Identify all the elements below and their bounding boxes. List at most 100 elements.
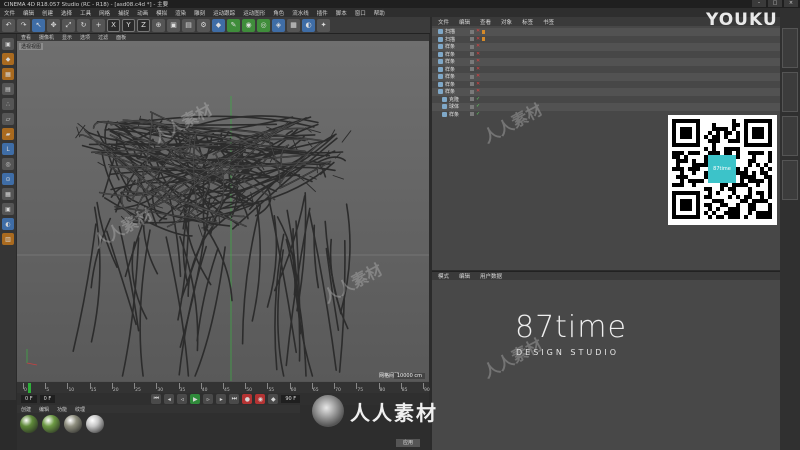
apply-button[interactable]: 应用 bbox=[396, 439, 420, 447]
object-name[interactable]: 样条 bbox=[445, 73, 455, 80]
maximize-button[interactable]: □ bbox=[768, 0, 782, 7]
minimize-button[interactable]: – bbox=[752, 0, 766, 7]
spline-pen-icon[interactable]: ✎ bbox=[227, 18, 240, 32]
om-menu-view[interactable]: 查看 bbox=[480, 18, 491, 26]
timeline[interactable]: 0 5 10 15 20 25 30 35 40 45 50 55 60 65 70 75 80 85 90 bbox=[17, 381, 430, 393]
go-to-end-icon[interactable]: ⏭ bbox=[229, 394, 240, 404]
object-row[interactable]: 样条 ✕ bbox=[432, 88, 780, 96]
x-axis-icon[interactable]: X bbox=[107, 18, 120, 32]
menu-pipeline[interactable]: 流水线 bbox=[292, 9, 309, 17]
layer-dot-icon[interactable] bbox=[470, 112, 474, 116]
material-menu-create[interactable]: 创建 bbox=[21, 406, 31, 413]
object-name[interactable]: 扫描 bbox=[445, 36, 455, 43]
object-row[interactable]: 克隆 ✓ bbox=[432, 96, 780, 104]
attr-menu-userdata[interactable]: 用户数据 bbox=[480, 272, 502, 280]
next-frame-icon[interactable]: ▹ bbox=[203, 394, 214, 404]
next-key-icon[interactable]: ▸ bbox=[216, 394, 227, 404]
object-row[interactable]: 球体 ✓ bbox=[432, 103, 780, 111]
disabled-x-icon[interactable]: ✕ bbox=[476, 66, 480, 72]
om-menu-edit[interactable]: 编辑 bbox=[459, 18, 470, 26]
viewport-menu-view[interactable]: 查看 bbox=[21, 34, 31, 41]
layer-dot-icon[interactable] bbox=[470, 97, 474, 101]
menu-select[interactable]: 选择 bbox=[61, 9, 72, 17]
disabled-x-icon[interactable]: ✕ bbox=[476, 28, 480, 34]
material-swatch[interactable] bbox=[42, 415, 60, 433]
layer-dot-icon[interactable] bbox=[470, 44, 474, 49]
cube-icon[interactable]: ◆ bbox=[212, 18, 225, 32]
enabled-check-icon[interactable]: ✓ bbox=[476, 103, 480, 109]
layer-dot-icon[interactable] bbox=[470, 67, 474, 71]
object-name[interactable]: 扫描 bbox=[445, 28, 455, 35]
previous-key-icon[interactable]: ◂ bbox=[164, 394, 175, 404]
material-menu-texture[interactable]: 纹理 bbox=[75, 406, 85, 413]
layer-dot-icon[interactable] bbox=[470, 59, 474, 64]
render-to-picture-viewer-icon[interactable]: ▤ bbox=[182, 18, 195, 32]
object-row[interactable]: 样条 ✕ bbox=[432, 66, 780, 74]
points-mode-icon[interactable]: ∴ bbox=[2, 98, 14, 110]
viewport-menu-options[interactable]: 选项 bbox=[80, 34, 90, 41]
y-axis-icon[interactable]: Y bbox=[122, 18, 135, 32]
camera-icon[interactable]: ◐ bbox=[302, 18, 315, 32]
enabled-check-icon[interactable]: ✓ bbox=[476, 111, 480, 117]
layer-dot-icon[interactable] bbox=[470, 29, 474, 34]
material-menu-function[interactable]: 功能 bbox=[57, 406, 67, 413]
menu-render[interactable]: 渲染 bbox=[175, 9, 186, 17]
disabled-x-icon[interactable]: ✕ bbox=[476, 58, 480, 64]
viewport-menu-filter[interactable]: 过滤 bbox=[98, 34, 108, 41]
object-name[interactable]: 样条 bbox=[445, 66, 455, 73]
undo-icon[interactable]: ↶ bbox=[2, 18, 15, 32]
layer-dot-icon[interactable] bbox=[470, 37, 474, 41]
autokey-icon[interactable]: ◉ bbox=[255, 394, 266, 404]
disabled-x-icon[interactable]: ✕ bbox=[476, 81, 480, 87]
polygons-mode-icon[interactable]: ▰ bbox=[2, 128, 14, 140]
snap-icon[interactable]: ⊙ bbox=[2, 173, 14, 185]
layer-dot-icon[interactable] bbox=[470, 52, 474, 56]
start-frame-field[interactable]: 0 F bbox=[21, 395, 37, 403]
om-menu-bookmarks[interactable]: 书签 bbox=[543, 18, 554, 26]
subdivision-icon[interactable]: ◉ bbox=[242, 18, 255, 32]
viewport-menu-panel[interactable]: 面板 bbox=[116, 34, 126, 41]
playhead[interactable] bbox=[28, 383, 31, 393]
go-to-start-icon[interactable]: ⏮ bbox=[151, 394, 162, 404]
model-mode-icon[interactable]: ◆ bbox=[2, 53, 14, 65]
render-view-icon[interactable]: ▣ bbox=[167, 18, 180, 32]
texture-mode-icon[interactable]: ▦ bbox=[2, 68, 14, 80]
record-icon[interactable]: ● bbox=[242, 394, 253, 404]
edges-mode-icon[interactable]: ▱ bbox=[2, 113, 14, 125]
rotate-icon[interactable]: ↻ bbox=[77, 18, 90, 32]
object-name[interactable]: 样条 bbox=[445, 88, 455, 95]
object-name[interactable]: 样条 bbox=[445, 43, 455, 50]
object-name[interactable]: 样条 bbox=[445, 58, 455, 65]
layer-dot-icon[interactable] bbox=[470, 104, 474, 109]
end-frame-field[interactable]: 90 F bbox=[281, 395, 301, 403]
attr-menu-mode[interactable]: 模式 bbox=[438, 272, 449, 280]
disabled-x-icon[interactable]: ✕ bbox=[476, 73, 480, 79]
tag-icon[interactable] bbox=[482, 37, 485, 41]
om-menu-objects[interactable]: 对象 bbox=[501, 18, 512, 26]
perspective-viewport[interactable]: 透视视图 网格间距 10000 cm bbox=[17, 41, 429, 381]
locked-workplane-icon[interactable]: ▦ bbox=[2, 188, 14, 200]
scale-icon[interactable]: ⤢ bbox=[62, 18, 75, 32]
viewport-menu-display[interactable]: 显示 bbox=[62, 34, 72, 41]
material-swatch[interactable] bbox=[64, 415, 82, 433]
object-row[interactable]: 扫描 ✕ bbox=[432, 36, 780, 44]
disabled-x-icon[interactable]: ✕ bbox=[476, 36, 480, 42]
material-menu-edit[interactable]: 编辑 bbox=[39, 406, 49, 413]
object-row[interactable]: 样条 ✕ bbox=[432, 81, 780, 89]
z-axis-icon[interactable]: Z bbox=[137, 18, 150, 32]
disabled-x-icon[interactable]: ✕ bbox=[476, 88, 480, 94]
layer-dot-icon[interactable] bbox=[470, 74, 474, 79]
menu-window[interactable]: 窗口 bbox=[355, 9, 366, 17]
material-swatch[interactable] bbox=[86, 415, 104, 433]
layer-dot-icon[interactable] bbox=[470, 89, 474, 94]
menu-mesh[interactable]: 网格 bbox=[99, 9, 110, 17]
previous-frame-icon[interactable]: ◃ bbox=[177, 394, 188, 404]
om-menu-tags[interactable]: 标签 bbox=[522, 18, 533, 26]
play-icon[interactable]: ▶ bbox=[190, 394, 201, 404]
menu-file[interactable]: 文件 bbox=[4, 9, 15, 17]
layers-tab[interactable] bbox=[782, 160, 798, 200]
close-button[interactable]: × bbox=[784, 0, 798, 7]
object-row[interactable]: 样条 ✕ bbox=[432, 73, 780, 81]
structure-tab[interactable] bbox=[782, 116, 798, 156]
recent-tools-icon[interactable]: + bbox=[92, 18, 105, 32]
